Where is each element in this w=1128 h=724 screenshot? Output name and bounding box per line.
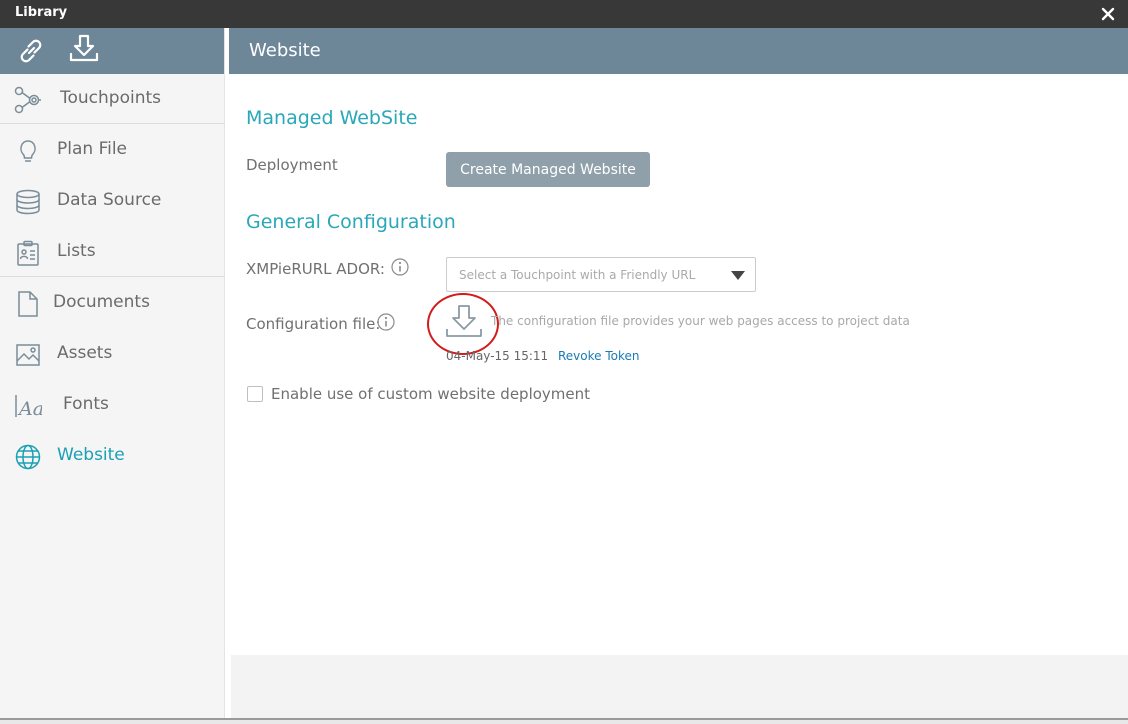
sidebar-item-data-source[interactable]: Data Source [0, 176, 225, 226]
sidebar-item-assets[interactable]: Assets [0, 329, 225, 379]
download-icon[interactable] [68, 32, 100, 64]
link-icon[interactable] [15, 35, 47, 67]
clipboard-list-icon [17, 240, 39, 266]
sidebar-item-plan-file[interactable]: Plan File [0, 125, 225, 175]
globe-icon [15, 444, 41, 470]
sidebar-item-label: Documents [53, 292, 150, 312]
page-title: Website [249, 40, 321, 61]
deployment-label: Deployment [246, 156, 338, 174]
token-date: 04-May-15 15:11 [446, 349, 549, 363]
info-icon[interactable] [391, 258, 409, 276]
close-icon[interactable] [1100, 6, 1116, 22]
sidebar-item-touchpoints[interactable]: Touchpoints [0, 74, 225, 124]
general-configuration-heading: General Configuration [246, 211, 456, 233]
document-icon [18, 291, 38, 317]
sidebar-item-label: Website [57, 445, 125, 465]
bottom-border [0, 718, 1128, 724]
footer-panel [231, 655, 1128, 718]
sidebar-item-label: Plan File [57, 139, 128, 159]
managed-website-heading: Managed WebSite [246, 107, 418, 129]
sidebar-item-label: Assets [57, 343, 113, 363]
highlight-circle [427, 293, 499, 355]
sidebar-item-lists[interactable]: Lists [0, 227, 225, 277]
xmpie-rurl-ador-label: XMPieRURL ADOR: [246, 260, 385, 278]
svg-text:Aa: Aa [17, 398, 42, 420]
sidebar-divider [0, 276, 225, 277]
window-title-bar: Library [0, 0, 1128, 28]
create-managed-website-button[interactable]: Create Managed Website [446, 152, 650, 187]
sidebar-item-label: Fonts [63, 394, 109, 414]
sidebar: Touchpoints Plan File Data Source Lists … [0, 28, 225, 724]
touchpoint-select-placeholder: Select a Touchpoint with a Friendly URL [459, 268, 696, 282]
page-header: Website [229, 28, 1128, 74]
touchpoints-icon [14, 86, 41, 114]
info-icon[interactable] [377, 313, 395, 331]
sidebar-item-label: Data Source [57, 190, 162, 210]
configuration-file-description: The configuration file provides your web… [491, 314, 910, 328]
image-icon [16, 344, 40, 366]
sidebar-item-website[interactable]: Website [0, 431, 225, 481]
chevron-down-icon [731, 271, 745, 280]
lightbulb-icon [20, 140, 36, 162]
sidebar-toolbar [0, 28, 224, 74]
sidebar-item-label: Touchpoints [60, 88, 162, 108]
custom-deployment-label: Enable use of custom website deployment [271, 385, 591, 403]
sidebar-item-fonts[interactable]: Aa Fonts [0, 380, 225, 430]
custom-deployment-checkbox[interactable] [247, 386, 263, 402]
database-icon [16, 189, 40, 215]
revoke-token-link[interactable]: Revoke Token [558, 349, 640, 363]
fonts-icon: Aa [15, 395, 42, 420]
sidebar-divider [0, 123, 225, 124]
sidebar-item-label: Lists [57, 241, 96, 261]
configuration-file-label: Configuration file: [246, 315, 381, 333]
touchpoint-select[interactable]: Select a Touchpoint with a Friendly URL [446, 257, 756, 292]
sidebar-item-documents[interactable]: Documents [0, 278, 225, 328]
window-title: Library [15, 5, 68, 20]
